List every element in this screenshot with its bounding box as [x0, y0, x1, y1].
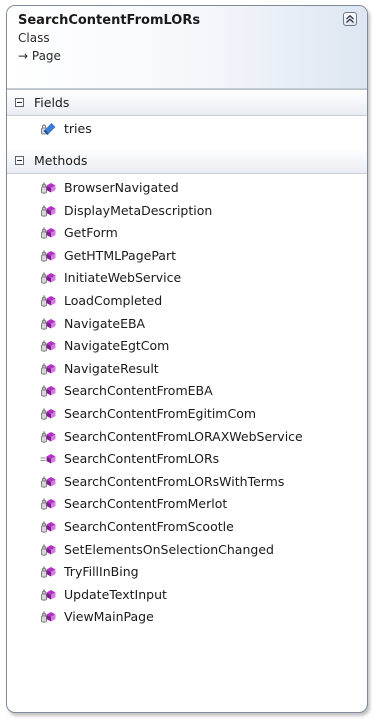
private-method-icon — [40, 271, 57, 286]
field-row[interactable]: tries — [7, 118, 367, 141]
method-row[interactable]: NavigateResult — [7, 358, 367, 381]
methods-section: Methods BrowserNavigated DisplayMetaDescr… — [7, 148, 367, 629]
private-method-icon — [40, 610, 57, 625]
method-row-name: GetForm — [64, 225, 118, 241]
method-row[interactable]: NavigateEBA — [7, 313, 367, 336]
method-row-name: SearchContentFromScootle — [64, 518, 234, 534]
method-row[interactable]: SearchContentFromEgitimCom — [7, 403, 367, 426]
method-row-name: NavigateResult — [64, 360, 159, 376]
method-row-name: ViewMainPage — [64, 609, 154, 625]
private-method-icon — [40, 384, 57, 399]
method-row-name: DisplayMetaDescription — [64, 202, 213, 218]
class-shape[interactable]: SearchContentFromLORs Class → Page Field… — [6, 5, 368, 713]
private-method-icon — [40, 475, 57, 490]
method-row-name: SearchContentFromEgitimCom — [64, 405, 257, 421]
fields-section-header[interactable]: Fields — [7, 90, 367, 116]
private-method-icon — [40, 204, 57, 219]
method-row[interactable]: SearchContentFromScootle — [7, 516, 367, 539]
method-row-name: BrowserNavigated — [64, 180, 179, 195]
method-row-name: SearchContentFromLORsWithTerms — [64, 473, 285, 489]
method-row[interactable]: DisplayMetaDescription — [7, 200, 367, 223]
methods-list: BrowserNavigated DisplayMetaDescription Ge… — [7, 174, 367, 629]
method-row[interactable]: SearchContentFromEBA — [7, 380, 367, 403]
method-row-name: NavigateEgtCom — [64, 338, 170, 354]
public-method-icon — [40, 452, 57, 467]
method-row-name: InitiateWebService — [64, 270, 182, 286]
private-method-icon — [40, 430, 57, 445]
method-row-name: SearchContentFromLORs — [64, 451, 220, 467]
private-method-icon — [40, 543, 57, 558]
private-method-icon — [40, 181, 57, 196]
method-row[interactable]: SearchContentFromMerlot — [7, 493, 367, 516]
collapse-toggle-icon[interactable] — [15, 98, 24, 107]
private-method-icon — [40, 226, 57, 241]
method-row[interactable]: SetElementsOnSelectionChanged — [7, 539, 367, 562]
private-method-icon — [40, 249, 57, 264]
base-class: → Page — [18, 49, 61, 63]
private-method-icon — [40, 407, 57, 422]
private-method-icon — [40, 294, 57, 309]
fields-section: Fields tries — [7, 89, 367, 148]
methods-section-label: Methods — [34, 153, 88, 168]
private-method-icon — [40, 362, 57, 377]
private-method-icon — [40, 497, 57, 512]
method-row[interactable]: ViewMainPage — [7, 606, 367, 629]
method-row-name: SearchContentFromLORAXWebService — [64, 428, 303, 444]
method-row[interactable]: InitiateWebService — [7, 267, 367, 290]
collapse-toggle-icon[interactable] — [15, 156, 24, 165]
method-row[interactable]: SearchContentFromLORAXWebService — [7, 426, 367, 449]
method-row[interactable]: UpdateTextInput — [7, 584, 367, 607]
method-row-name: LoadCompleted — [64, 292, 163, 308]
private-method-icon — [40, 317, 57, 332]
method-row-name: SearchContentFromEBA — [64, 383, 213, 399]
method-row[interactable]: SearchContentFromLORs — [7, 448, 367, 471]
methods-section-header[interactable]: Methods — [7, 148, 367, 174]
field-icon — [40, 122, 57, 137]
method-row[interactable]: TryFillInBing — [7, 561, 367, 584]
class-stereotype: Class — [18, 31, 50, 45]
method-row[interactable]: GetHTMLPagePart — [7, 245, 367, 268]
method-row-name: TryFillInBing — [64, 564, 139, 580]
fields-list: tries — [7, 116, 367, 148]
private-method-icon — [40, 588, 57, 603]
method-row-name: SetElementsOnSelectionChanged — [64, 541, 274, 557]
method-row[interactable]: GetForm — [7, 222, 367, 245]
method-row-name: NavigateEBA — [64, 315, 146, 331]
class-header: SearchContentFromLORs Class → Page — [7, 6, 367, 89]
fields-section-label: Fields — [34, 95, 70, 110]
method-row-name: GetHTMLPagePart — [64, 247, 176, 263]
collapse-button[interactable] — [343, 12, 357, 26]
private-method-icon — [40, 565, 57, 580]
private-method-icon — [40, 520, 57, 535]
private-method-icon — [40, 339, 57, 354]
method-row[interactable]: SearchContentFromLORsWithTerms — [7, 471, 367, 494]
method-row-name: SearchContentFromMerlot — [64, 496, 228, 512]
method-row-name: UpdateTextInput — [64, 586, 167, 602]
method-row[interactable]: NavigateEgtCom — [7, 335, 367, 358]
method-row[interactable]: BrowserNavigated — [7, 177, 367, 200]
double-chevron-up-icon — [346, 14, 354, 23]
class-name: SearchContentFromLORs — [18, 13, 201, 28]
field-row-name: tries — [64, 121, 92, 136]
method-row[interactable]: LoadCompleted — [7, 290, 367, 313]
